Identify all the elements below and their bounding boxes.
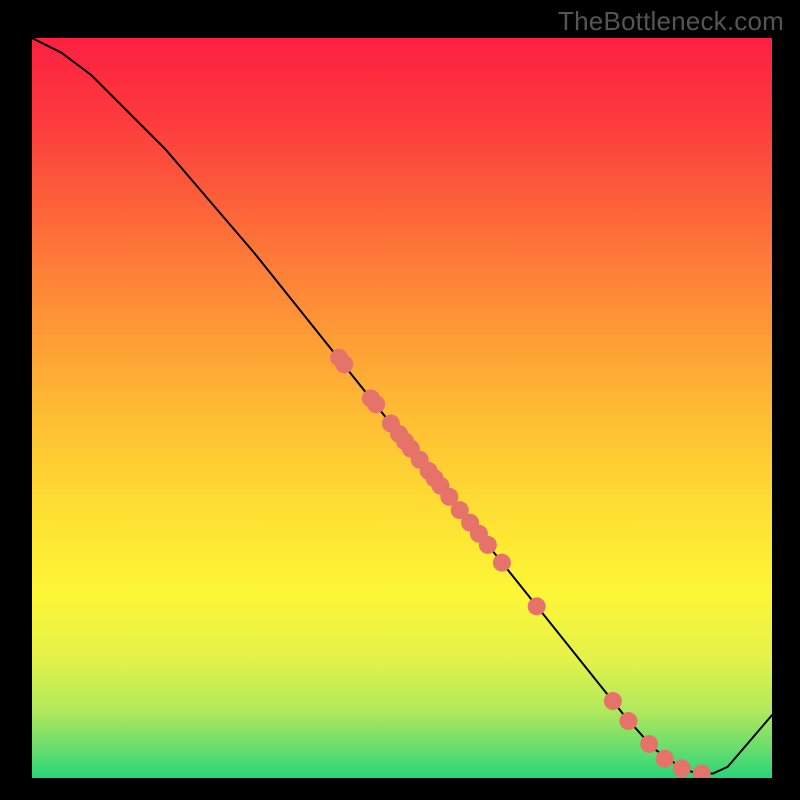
data-point xyxy=(673,759,691,777)
plot-area xyxy=(32,38,772,778)
data-point xyxy=(528,597,546,615)
data-point xyxy=(479,536,497,554)
data-point xyxy=(656,750,674,768)
data-point xyxy=(493,554,511,572)
watermark-text: TheBottleneck.com xyxy=(558,6,784,37)
data-point xyxy=(619,712,637,730)
gradient-background xyxy=(32,38,772,778)
chart-svg xyxy=(32,38,772,778)
data-point xyxy=(335,355,353,373)
data-point xyxy=(367,395,385,413)
chart-container: TheBottleneck.com xyxy=(0,0,800,800)
data-point xyxy=(604,692,622,710)
data-point xyxy=(640,735,658,753)
